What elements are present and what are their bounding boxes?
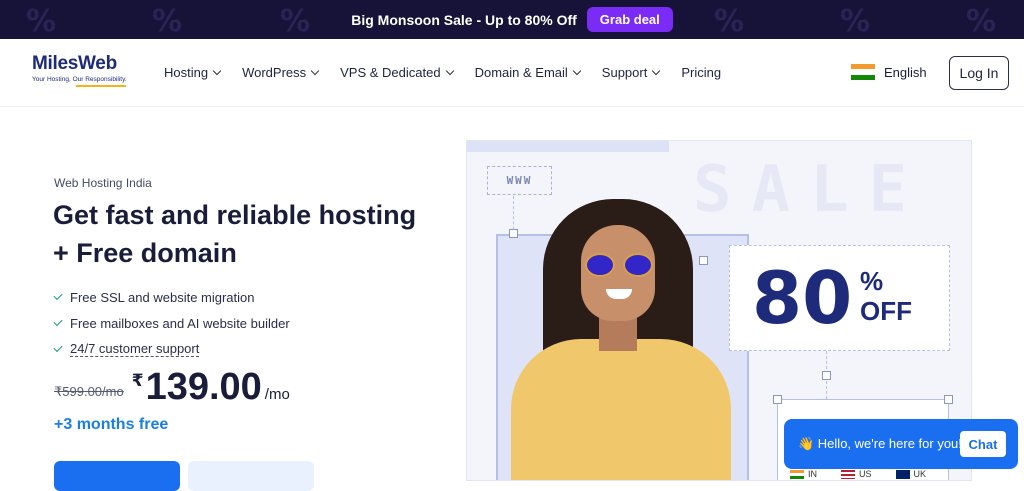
nav-item-label: Domain & Email xyxy=(474,65,568,80)
language-selector[interactable]: English xyxy=(851,64,927,80)
india-flag-icon xyxy=(851,64,875,80)
logo[interactable]: MilesWeb Your Hosting, Our Responsibilit… xyxy=(32,53,127,87)
india-flag-icon xyxy=(790,470,804,480)
country-flag-uk: UK xyxy=(895,469,927,480)
decor-bar xyxy=(467,141,669,152)
discount-percent: % xyxy=(860,266,884,296)
chevron-down-icon xyxy=(310,66,320,76)
percent-deco-icon: % xyxy=(152,4,183,39)
nav-item-label: Pricing xyxy=(681,65,722,80)
discount-badge: 80 % OFF xyxy=(729,245,950,351)
sunglasses-icon xyxy=(585,253,655,277)
chevron-down-icon xyxy=(652,66,661,76)
promo-bar: % % % % % % Big Monsoon Sale - Up to 80%… xyxy=(0,0,1024,39)
nav-item-label: Hosting xyxy=(164,65,209,80)
currency-symbol: ₹ xyxy=(131,371,144,390)
main-nav: MilesWeb Your Hosting, Our Responsibilit… xyxy=(0,39,1024,107)
www-label: WWW xyxy=(487,166,552,195)
nav-item-label: WordPress xyxy=(242,65,307,80)
price-period: /mo xyxy=(264,386,290,403)
country-flag-us: US xyxy=(841,469,872,480)
frame-node xyxy=(944,395,953,404)
percent-deco-icon: % xyxy=(280,4,311,39)
hero-kicker: Web Hosting India xyxy=(54,176,152,190)
country-code: UK xyxy=(913,469,927,479)
check-icon xyxy=(53,290,63,301)
discount-number: 80 xyxy=(752,256,853,340)
language-label: English xyxy=(884,64,927,80)
start-cta-button[interactable] xyxy=(54,461,180,491)
percent-deco-icon: % xyxy=(714,4,745,39)
nav-item-support[interactable]: Support xyxy=(601,65,661,80)
uk-flag-icon xyxy=(895,470,910,480)
price-row: ₹599.00/mo ₹ 139.00 /mo xyxy=(54,367,290,407)
country-code: IN xyxy=(808,469,817,479)
feature-item: 24/7 customer support xyxy=(53,336,290,362)
chat-message: 👋 Hello, we're here for you! xyxy=(798,436,962,451)
frame-node xyxy=(822,371,831,380)
bonus-offer: +3 months free xyxy=(54,416,169,433)
feature-text: Free SSL and website migration xyxy=(70,289,255,305)
login-button[interactable]: Log In xyxy=(949,56,1009,90)
chevron-down-icon xyxy=(212,66,222,76)
feature-item: Free mailboxes and AI website builder xyxy=(53,310,290,336)
promo-text: Big Monsoon Sale - Up to 80% Off xyxy=(351,11,577,28)
countdown-timer xyxy=(188,461,314,491)
frame-node xyxy=(773,395,782,404)
chevron-down-icon xyxy=(445,66,454,76)
percent-deco-icon: % xyxy=(840,4,871,39)
nav-item-pricing[interactable]: Pricing xyxy=(681,65,721,80)
model-shirt xyxy=(511,339,731,480)
current-price: 139.00 xyxy=(145,366,262,408)
check-icon xyxy=(53,316,63,327)
check-icon xyxy=(53,342,63,353)
nav-item-label: Support xyxy=(601,65,648,80)
nav-item-domain-email[interactable]: Domain & Email xyxy=(474,65,582,80)
nav-item-hosting[interactable]: Hosting xyxy=(164,65,222,80)
grab-deal-button[interactable]: Grab deal xyxy=(586,7,673,32)
feature-text: Free mailboxes and AI website builder xyxy=(70,315,290,331)
logo-name: MilesWeb xyxy=(32,53,117,74)
us-flag-icon xyxy=(841,470,855,480)
chevron-down-icon xyxy=(572,66,582,76)
country-flags: IN US UK xyxy=(790,469,927,480)
feature-list: Free SSL and website migration Free mail… xyxy=(53,284,290,362)
frame-node xyxy=(509,229,518,238)
old-price: ₹599.00/mo xyxy=(54,384,124,399)
frame-node xyxy=(699,256,708,265)
nav-item-wordpress[interactable]: WordPress xyxy=(242,65,320,80)
feature-item: Free SSL and website migration xyxy=(53,284,290,310)
sale-watermark: SALE xyxy=(693,153,928,227)
feature-text-tooltip[interactable]: 24/7 customer support xyxy=(70,341,200,357)
logo-tagline: Your Hosting, Our Responsibility. xyxy=(32,76,127,83)
nav-item-vps-dedicated[interactable]: VPS & Dedicated xyxy=(340,65,454,80)
chat-widget[interactable]: 👋 Hello, we're here for you! Chat xyxy=(784,419,1018,469)
chat-button[interactable]: Chat xyxy=(960,431,1006,457)
hero-title: Get fast and reliable hosting + Free dom… xyxy=(53,200,417,268)
nav-item-label: VPS & Dedicated xyxy=(340,65,441,80)
percent-deco-icon: % xyxy=(966,4,997,39)
percent-deco-icon: % xyxy=(26,4,57,39)
logo-underline xyxy=(76,85,126,87)
country-code: US xyxy=(859,469,872,479)
country-flag-in: IN xyxy=(790,469,817,480)
discount-off: OFF xyxy=(860,296,912,326)
nav-menu: Hosting WordPress VPS & Dedicated Domain… xyxy=(164,65,721,80)
